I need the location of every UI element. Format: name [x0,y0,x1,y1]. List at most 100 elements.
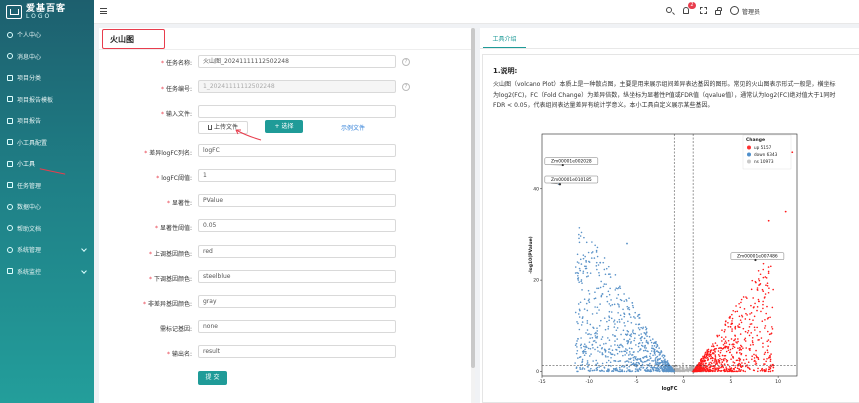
search-icon[interactable] [666,7,672,13]
logfc-threshold-input[interactable]: 1 [198,169,396,182]
data-point-up [721,354,724,357]
data-point-up [739,306,742,309]
data-point-up [762,276,765,279]
data-point-up [731,317,734,320]
logo[interactable]: 爱基百客 LOGO [0,0,94,24]
data-point-up [726,345,728,348]
data-point-down [582,254,585,256]
data-point-down [633,337,636,339]
down-color-input[interactable]: steelblue [198,270,396,283]
tab-tool-intro[interactable]: 工具介绍 [483,31,526,48]
data-point-down [590,367,592,370]
task-name-input[interactable]: 火山图_20241111112502248 [198,55,396,68]
data-point-down [602,261,605,264]
data-point-down [592,347,594,349]
logo-icon [6,5,22,19]
data-point-up [712,349,715,351]
data-point-up [768,366,770,368]
ns-color-input[interactable]: gray [198,295,396,308]
sidebar-item-tool-config[interactable]: 小工具配置 [0,132,94,154]
data-point-down [619,314,622,317]
sidebar-item-help-docs[interactable]: 帮助文档 [0,218,94,240]
data-point-up [756,370,759,373]
data-point-up [760,337,763,339]
data-point-down [667,370,670,372]
sidebar-item-project-report[interactable]: 项目报告 [0,110,94,132]
data-point-down [591,251,594,253]
data-point-down [629,342,632,344]
user-name[interactable]: 管理员 [742,7,760,16]
data-point-down [606,295,608,298]
data-point-down [599,344,601,347]
significance-input[interactable]: PValue [198,194,396,207]
sidebar-item-data-center[interactable]: 数据中心 [0,196,94,218]
folder-icon [7,74,13,81]
data-point-down [661,355,663,357]
data-point-down [603,370,605,373]
scrollbar-thumb[interactable] [471,28,475,368]
data-point-up [724,323,726,326]
data-point-up [711,369,714,372]
data-point-up [713,345,715,348]
data-point-up [769,370,772,373]
logfc-col-input[interactable]: logFC [198,144,396,157]
data-point-down [652,354,654,357]
sidebar-item-task-management[interactable]: 任务管理 [0,175,94,197]
data-point-down [610,317,613,320]
sidebar-item-report-template[interactable]: 项目报告模板 [0,89,94,111]
label-genes-input[interactable]: none [198,320,396,333]
data-point-down [596,369,598,372]
avatar[interactable] [730,6,739,15]
data-point-up [707,354,709,356]
data-point-down [632,351,635,353]
sidebar-item-personal-center[interactable]: 个人中心 [0,24,94,46]
data-point-down [633,339,635,342]
sidebar-item-system-management[interactable]: 系统管理 [0,239,94,261]
input-file-field[interactable] [198,105,396,118]
data-point-down [625,370,628,373]
data-point-down [633,316,635,318]
data-point-down [577,313,580,315]
data-point-up [716,370,719,372]
select-file-button[interactable]: + 选择 [265,120,303,133]
data-point-down [586,309,589,312]
data-point-down [613,354,616,356]
data-point-up [759,273,762,276]
lock-icon[interactable] [715,7,722,15]
output-name-input[interactable]: result [198,345,396,358]
data-point-down [637,314,640,316]
sidebar-item-project-category[interactable]: 项目分类 [0,67,94,89]
sig-threshold-input[interactable]: 0.05 [198,219,396,232]
data-point-up [716,363,719,365]
data-point-down [607,325,610,328]
submit-button[interactable]: 提 交 [198,371,227,385]
up-color-input[interactable]: red [198,245,396,258]
data-point-up [733,362,736,364]
data-point-down [585,241,588,244]
data-point-up [725,342,728,344]
data-point-down [647,341,649,344]
data-point-down [626,367,628,369]
data-point-up [727,347,729,350]
bell-icon[interactable] [683,7,689,14]
help-icon[interactable]: ? [402,58,410,66]
data-point-down [596,287,598,290]
data-point-up [753,315,756,318]
data-point-down [596,332,598,335]
data-point-up [708,355,711,358]
data-point-up [720,369,723,372]
data-point-down [592,326,594,329]
example-file-link[interactable]: 示例文件 [341,123,365,132]
data-point-down [632,362,635,365]
data-point-down [574,362,576,364]
help-icon[interactable]: ? [402,83,410,91]
annotation-point [558,183,562,186]
data-point-up [745,296,747,298]
sidebar-item-system-monitor[interactable]: 系统监控 [0,261,94,283]
fullscreen-icon[interactable] [700,7,707,14]
data-point-up [703,367,706,370]
data-point-up [766,330,769,333]
data-point-up [730,323,732,326]
sidebar-item-messages[interactable]: 消息中心 [0,46,94,68]
data-point-down [645,339,648,342]
